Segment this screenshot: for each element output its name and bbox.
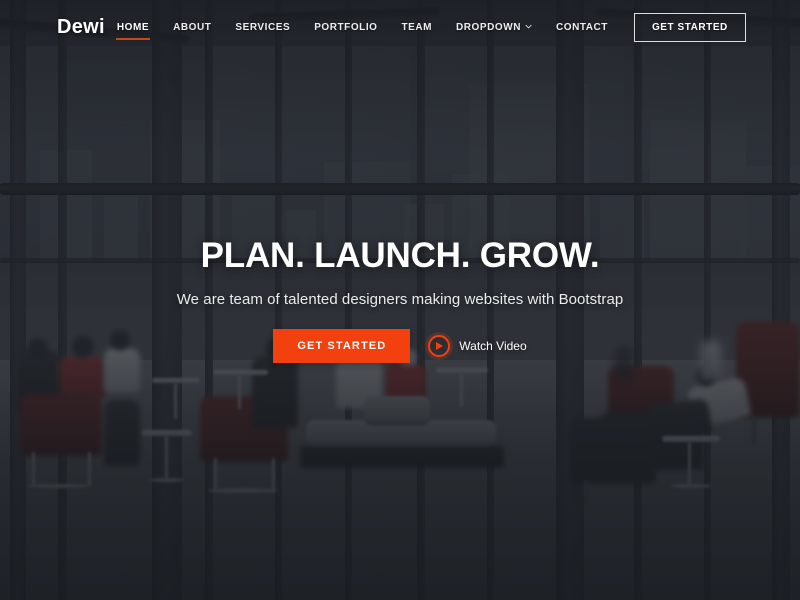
navbar-get-started-button[interactable]: GET STARTED bbox=[633, 13, 746, 42]
nav-item-dropdown[interactable]: DROPDOWN bbox=[444, 16, 544, 39]
brand-logo[interactable]: Dewi bbox=[57, 16, 105, 39]
nav-item-label: HOME bbox=[116, 22, 150, 33]
chevron-down-icon bbox=[525, 23, 532, 30]
watch-video-link[interactable]: Watch Video bbox=[428, 335, 527, 358]
hero-subtitle: We are team of talented designers making… bbox=[176, 291, 624, 309]
hero-title: PLAN. LAUNCH. GROW. bbox=[200, 236, 600, 275]
nav-item-team[interactable]: TEAM bbox=[389, 16, 444, 39]
hero-content: PLAN. LAUNCH. GROW. We are team of talen… bbox=[0, 236, 800, 364]
nav-item-services[interactable]: SERVICES bbox=[223, 16, 302, 39]
hero-section: Dewi HOME ABOUT SERVICES PORTFOLIO TEAM … bbox=[0, 0, 800, 600]
nav-item-contact[interactable]: CONTACT bbox=[544, 16, 620, 39]
nav-item-about[interactable]: ABOUT bbox=[161, 16, 223, 39]
hero-get-started-button[interactable]: GET STARTED bbox=[273, 329, 411, 364]
nav-links: HOME ABOUT SERVICES PORTFOLIO TEAM DROPD… bbox=[105, 13, 746, 42]
nav-item-label: ABOUT bbox=[173, 22, 212, 33]
nav-item-label: CONTACT bbox=[555, 22, 608, 33]
main-navbar: Dewi HOME ABOUT SERVICES PORTFOLIO TEAM … bbox=[0, 0, 800, 55]
nav-item-label: DROPDOWN bbox=[456, 22, 521, 33]
watch-video-label: Watch Video bbox=[459, 339, 527, 354]
nav-item-label: TEAM bbox=[401, 22, 433, 33]
nav-item-label: SERVICES bbox=[235, 22, 291, 33]
nav-item-home[interactable]: HOME bbox=[105, 16, 161, 40]
nav-item-label: PORTFOLIO bbox=[314, 22, 378, 33]
hero-actions: GET STARTED Watch Video bbox=[40, 329, 760, 364]
play-icon bbox=[428, 335, 451, 358]
nav-item-portfolio[interactable]: PORTFOLIO bbox=[302, 16, 389, 39]
